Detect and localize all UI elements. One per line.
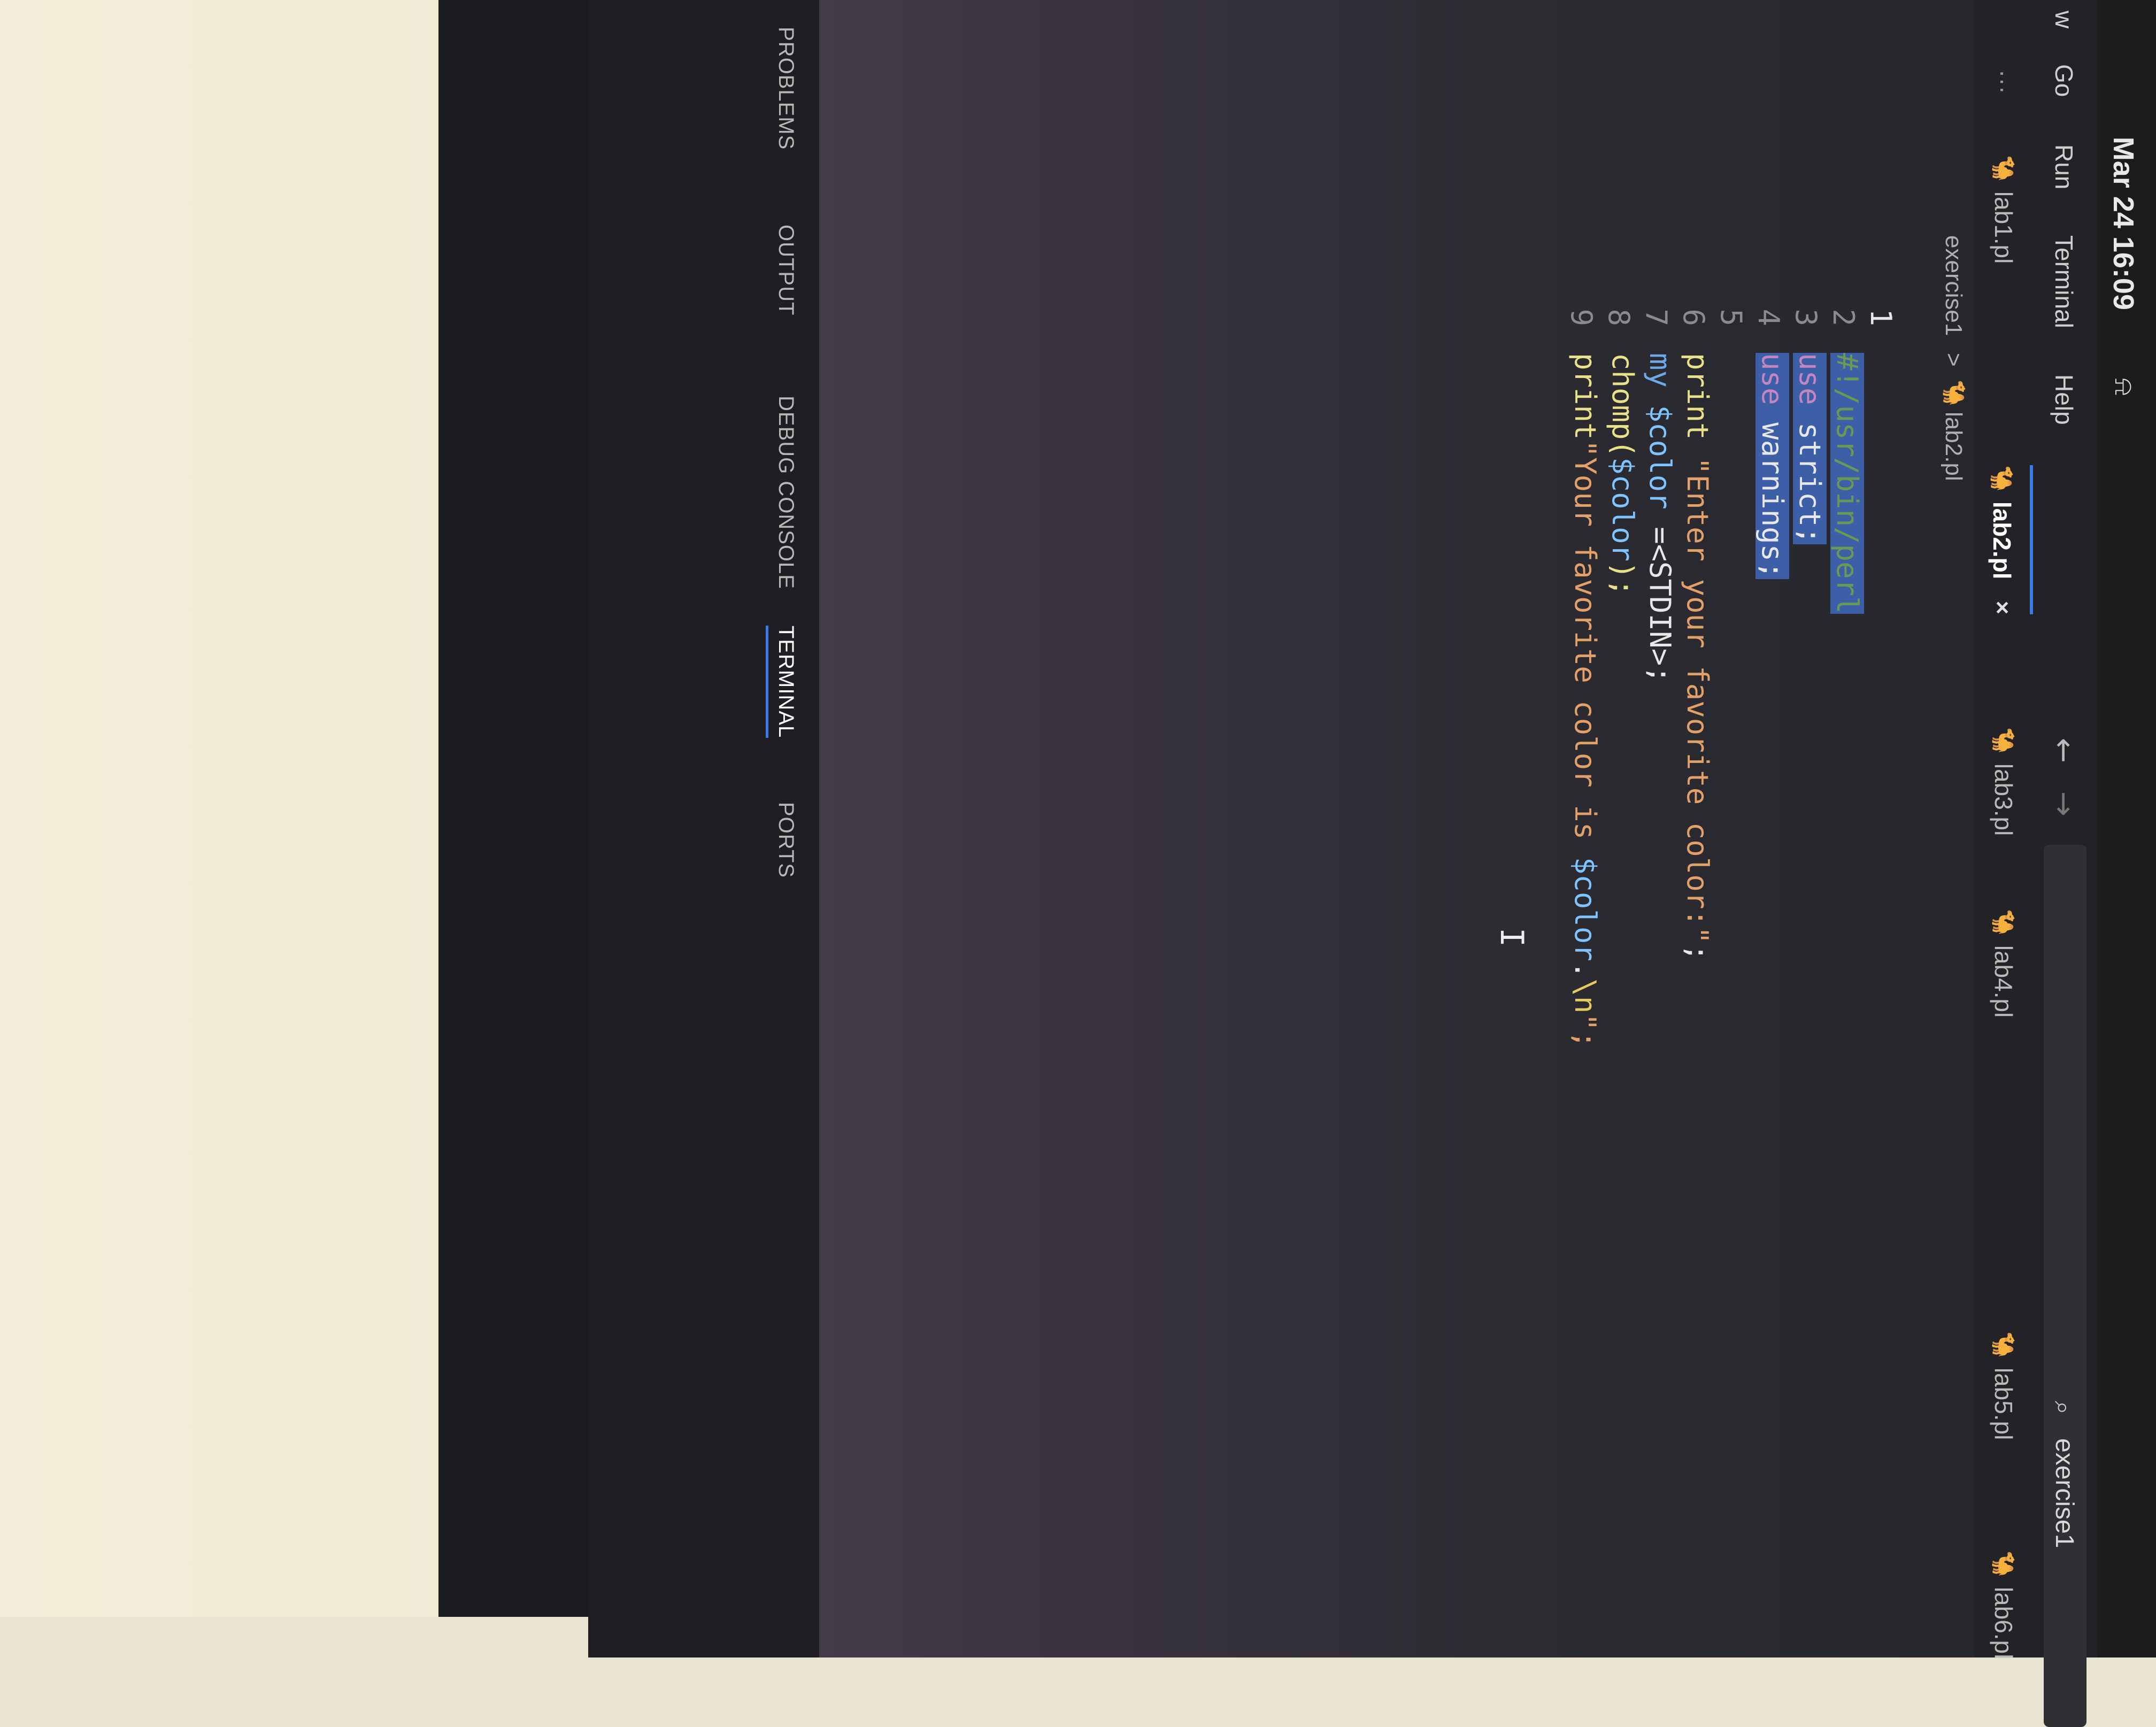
tab-lab3[interactable]: 🐪 lab3.pl <box>1974 727 2033 836</box>
menu-go[interactable]: Go <box>2050 64 2078 97</box>
code-line: 2 use strict; <box>1793 0 1894 1657</box>
tab-label: lab5.pl <box>1990 1367 2018 1440</box>
code-editor[interactable]: 1 #!/usr/bin/perl 2 use strict; 3 use wa… <box>915 0 1931 1657</box>
search-label: exercise1 <box>2050 1438 2078 1548</box>
tab-label: lab4.pl <box>1990 945 2018 1018</box>
code-line: 8 print"Your favorite color is $color.\n… <box>1568 0 1669 1657</box>
line-number: 9 <box>1565 309 1598 326</box>
editor-tab-bar: ··· 🐪 lab1.pl 🐪 lab2.pl × 🐪 lab3.pl 🐪 la… <box>1974 0 2033 1659</box>
code-line: 3 use warnings; <box>1755 0 1857 1657</box>
clock[interactable]: Mar 24 16:09 <box>2107 137 2140 310</box>
mouse-ibeam-cursor: I <box>1493 928 1530 947</box>
breadcrumb: exercise1 > 🐪 lab2.pl <box>1931 0 1974 1657</box>
menu-view[interactable]: w <box>2050 11 2078 28</box>
code-line: 9 <box>1565 0 1632 1657</box>
perl-file-icon: 🐪 <box>1991 909 2015 936</box>
menu-help[interactable]: Help <box>2050 374 2078 425</box>
code-line: 7 chomp($color); <box>1606 0 1707 1657</box>
tab-label: lab3.pl <box>1990 763 2018 836</box>
menu-terminal[interactable]: Terminal <box>2050 235 2078 328</box>
menu-run[interactable]: Run <box>2050 144 2078 189</box>
tab-label: lab6.pl <box>1990 1586 2018 1660</box>
perl-file-icon: 🐪 <box>1942 380 1966 406</box>
breadcrumb-folder[interactable]: exercise1 <box>1940 235 1967 336</box>
search-icon: ⌕ <box>2049 1401 2078 1415</box>
screen: Mar 24 16:09 ⍾ w Go Run Terminal Help ← … <box>588 0 2156 1727</box>
perl-file-icon: 🐪 <box>1991 727 2015 754</box>
close-icon[interactable]: × <box>1989 601 2015 615</box>
perl-file-icon: 🐪 <box>1990 465 2014 492</box>
perl-file-icon: 🐪 <box>1991 155 2015 182</box>
tab-overflow-button[interactable]: ··· <box>1974 70 2033 94</box>
system-top-bar: Mar 24 16:09 ⍾ <box>2097 0 2156 1657</box>
breadcrumb-file[interactable]: lab2.pl <box>1940 412 1967 481</box>
tab-lab6[interactable]: 🐪 lab6.pl <box>1974 1551 2033 1659</box>
tab-problems[interactable]: PROBLEMS <box>774 27 798 150</box>
bell-off-icon[interactable]: ⍾ <box>2108 378 2140 396</box>
tab-terminal[interactable]: TERMINAL <box>766 626 798 738</box>
tab-lab1[interactable]: 🐪 lab1.pl <box>1974 155 2033 264</box>
code-line: 1 #!/usr/bin/perl <box>1830 0 1931 1657</box>
tab-lab2[interactable]: 🐪 lab2.pl × <box>1974 465 2033 615</box>
tab-ports[interactable]: PORTS <box>774 802 798 878</box>
perl-file-icon: 🐪 <box>1991 1331 2015 1358</box>
command-center-search[interactable] <box>2044 845 2086 1727</box>
vscode-window: Mar 24 16:09 ⍾ w Go Run Terminal Help ← … <box>588 0 2156 1727</box>
tab-lab4[interactable]: 🐪 lab4.pl <box>1974 909 2033 1017</box>
arrow-right-icon[interactable]: → <box>2046 791 2081 816</box>
tab-output[interactable]: OUTPUT <box>774 225 798 315</box>
bottom-panel: PROBLEMS OUTPUT DEBUG CONSOLE TERMINAL P… <box>588 0 819 1657</box>
code-line: 6 my $color =<STDIN>; <box>1643 0 1744 1657</box>
tab-label: lab1.pl <box>1990 191 2018 264</box>
arrow-left-icon[interactable]: ← <box>2046 738 2081 763</box>
breadcrumb-separator: > <box>1941 353 1967 367</box>
tab-label: lab2.pl <box>1988 501 2016 580</box>
code-line: 4 <box>1752 0 1819 1657</box>
tab-debug-console[interactable]: DEBUG CONSOLE <box>774 396 798 589</box>
code-line: 5 print "Enter your favorite color:"; <box>1681 0 1782 1657</box>
perl-file-icon: 🐪 <box>1991 1551 2015 1577</box>
menu-bar: w Go Run Terminal Help ← → ⌕ exercise1 <box>2033 0 2097 1727</box>
tab-lab5[interactable]: 🐪 lab5.pl <box>1974 1331 2033 1440</box>
